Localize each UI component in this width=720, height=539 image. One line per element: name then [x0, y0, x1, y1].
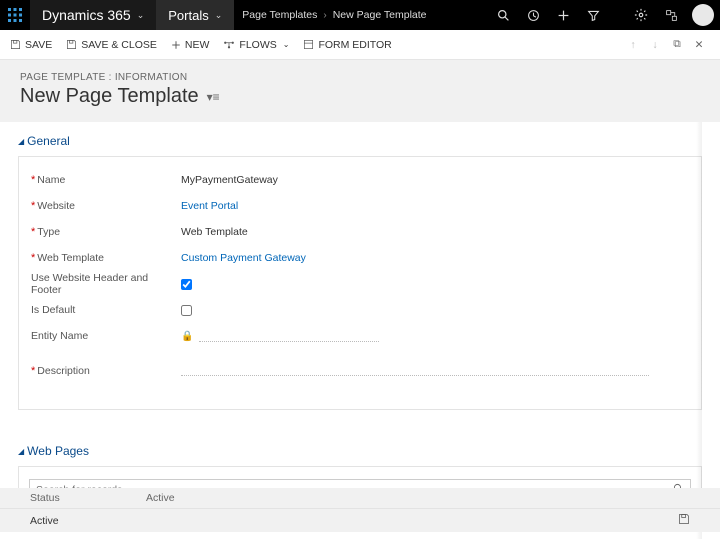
is-default-label: Is Default	[31, 304, 75, 316]
popout-icon[interactable]: ⧉	[666, 38, 688, 51]
save-button[interactable]: SAVE	[10, 39, 52, 51]
section-label: General	[27, 134, 70, 148]
new-icon[interactable]	[548, 0, 578, 30]
cmd-label: FORM EDITOR	[318, 39, 391, 51]
is-default-checkbox[interactable]	[181, 305, 192, 316]
nav-up-icon[interactable]: ↑	[622, 39, 644, 51]
settings-icon[interactable]	[626, 0, 656, 30]
save-close-button[interactable]: SAVE & CLOSE	[66, 39, 157, 51]
avatar[interactable]	[692, 4, 714, 26]
use-header-checkbox[interactable]	[181, 279, 192, 290]
section-webpages[interactable]: ◢ Web Pages	[18, 444, 702, 458]
close-icon[interactable]: ✕	[688, 39, 710, 51]
filter-icon[interactable]	[578, 0, 608, 30]
section-general[interactable]: ◢ General	[18, 134, 702, 148]
app-name-dropdown[interactable]: Dynamics 365 ⌄	[30, 0, 156, 30]
cmd-label: SAVE	[25, 39, 52, 51]
flows-button[interactable]: FLOWS ⌄	[223, 39, 289, 51]
status-label: Status	[30, 492, 146, 504]
entity-label: Entity Name	[31, 330, 88, 342]
collapse-icon: ◢	[18, 137, 24, 146]
webtemplate-lookup[interactable]: Custom Payment Gateway	[181, 252, 306, 264]
app-launcher[interactable]	[0, 0, 30, 30]
type-label: Type	[37, 226, 60, 238]
cmd-label: FLOWS	[239, 39, 276, 51]
area-dropdown[interactable]: Portals ⌄	[156, 0, 234, 30]
breadcrumb-item[interactable]: New Page Template	[333, 9, 427, 21]
status-value: Active	[146, 492, 175, 504]
breadcrumb-item[interactable]: Page Templates	[242, 9, 317, 21]
collapse-icon: ◢	[18, 447, 24, 456]
area-label: Portals	[168, 8, 208, 23]
cmd-label: SAVE & CLOSE	[81, 39, 157, 51]
recent-icon[interactable]	[518, 0, 548, 30]
description-field[interactable]	[181, 365, 649, 376]
breadcrumb: Page Templates › New Page Template	[234, 9, 434, 21]
new-button[interactable]: NEW	[171, 39, 210, 51]
form-editor-button[interactable]: FORM EDITOR	[303, 39, 391, 51]
section-label: Web Pages	[27, 444, 89, 458]
page-title: New Page Template	[20, 85, 199, 108]
nav-down-icon[interactable]: ↓	[644, 39, 666, 51]
chevron-down-icon: ⌄	[137, 10, 145, 21]
description-label: Description	[37, 365, 90, 377]
title-menu-icon[interactable]: ▾≡	[207, 90, 220, 104]
chevron-down-icon: ⌄	[215, 10, 223, 21]
webtemplate-label: Web Template	[37, 252, 104, 264]
chevron-down-icon: ⌄	[283, 40, 290, 49]
form-subtitle: PAGE TEMPLATE : INFORMATION	[20, 72, 700, 83]
app-name-label: Dynamics 365	[42, 7, 131, 23]
lock-icon: 🔒	[181, 331, 193, 342]
website-lookup[interactable]: Event Portal	[181, 200, 238, 212]
help-icon[interactable]	[656, 0, 686, 30]
website-label: Website	[37, 200, 75, 212]
use-header-label: Use Website Header and Footer	[31, 272, 181, 296]
save-icon[interactable]	[678, 513, 690, 528]
name-field[interactable]: MyPaymentGateway	[181, 174, 278, 186]
search-icon[interactable]	[488, 0, 518, 30]
status-footer-value[interactable]: Active	[30, 515, 146, 527]
type-field[interactable]: Web Template	[181, 226, 248, 238]
name-label: Name	[37, 174, 65, 186]
entity-field	[199, 331, 379, 342]
cmd-label: NEW	[185, 39, 210, 51]
chevron-right-icon: ›	[323, 10, 326, 21]
